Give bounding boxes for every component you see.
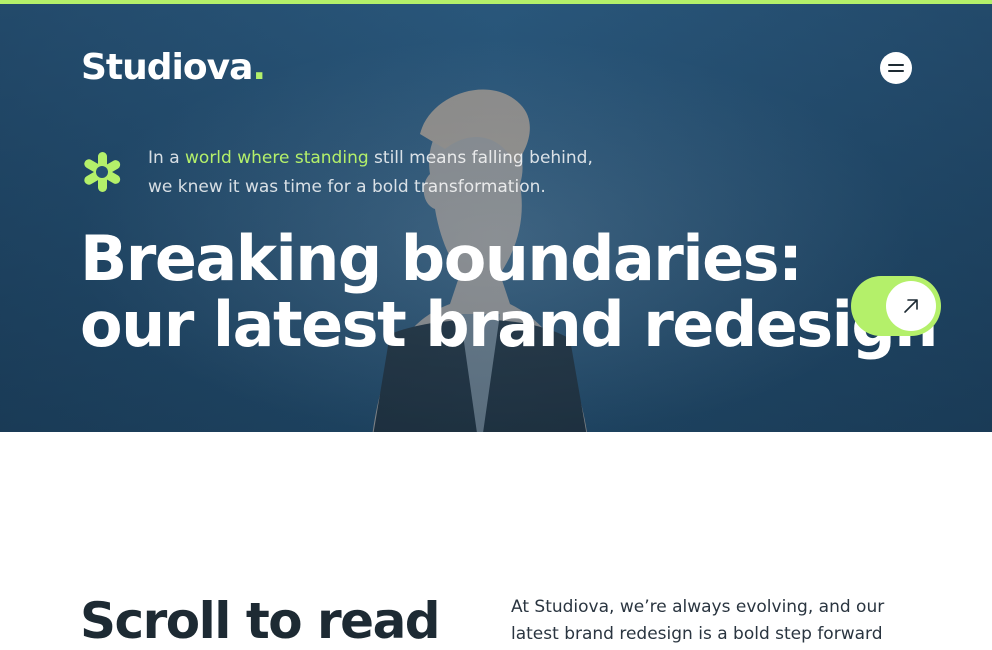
headline-line-1: Breaking boundaries: [80, 222, 803, 295]
hero-headline: Breaking boundaries: our latest brand re… [80, 226, 938, 361]
tagline-highlight: world where standing [185, 148, 369, 168]
menu-button[interactable] [880, 52, 912, 84]
section-title: Scroll to read [80, 592, 441, 650]
headline-line-2: our latest brand redesign [80, 288, 938, 361]
arrow-up-right-icon [904, 299, 918, 313]
intro-line-1: At Studiova, we’re always evolving, and … [511, 597, 885, 617]
hero-tagline: In a world where standing still means fa… [148, 144, 618, 202]
intro-line-2: latest brand redesign is a bold step for… [511, 624, 883, 644]
menu-icon [888, 64, 904, 72]
tagline-prefix: In a [148, 148, 186, 168]
hero-section: Studiova. In a world where standing stil… [0, 4, 992, 432]
brand-logo[interactable]: Studiova. [81, 47, 266, 88]
asterisk-icon [84, 152, 121, 192]
brand-dot: . [252, 47, 266, 88]
brand-name: Studiova [81, 47, 253, 88]
cta-toggle-button[interactable] [851, 276, 941, 336]
tagline-line-2: we knew it was time for a bold transform… [148, 177, 546, 197]
cta-knob[interactable] [886, 281, 936, 331]
tagline-suffix: still means falling behind, [368, 148, 593, 168]
